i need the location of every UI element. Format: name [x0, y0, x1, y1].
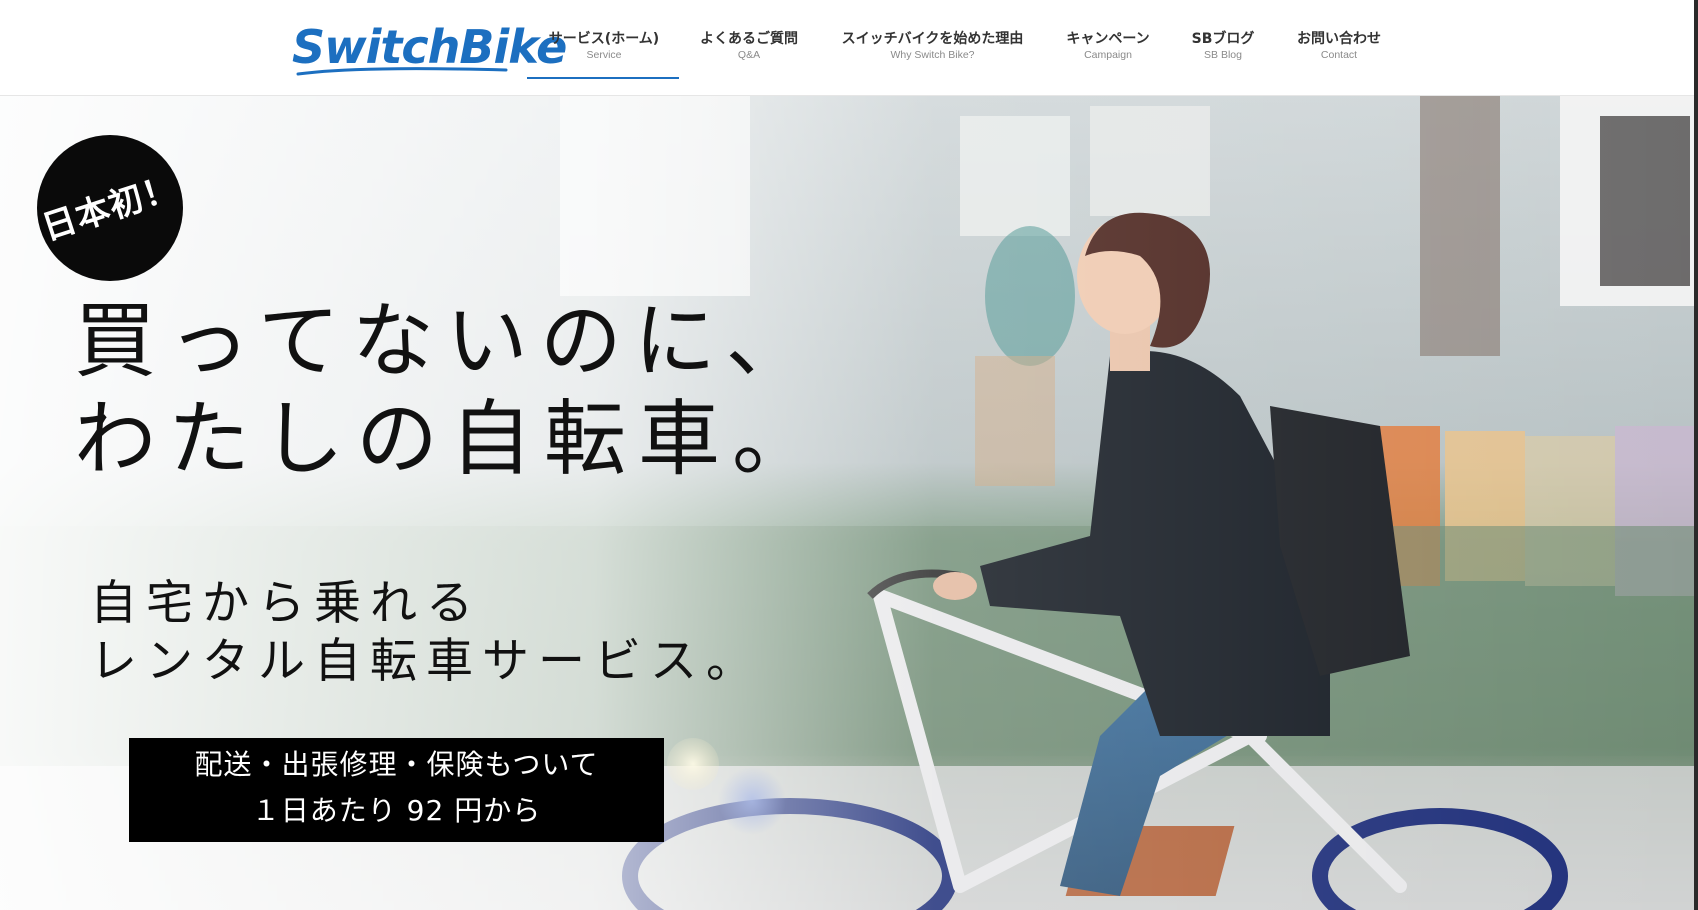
headline-line-2: わたしの自転車。 — [74, 392, 827, 487]
nav-item-campaign[interactable]: キャンペーン Campaign — [1064, 30, 1152, 62]
japan-first-badge: 日本初！ — [37, 135, 183, 281]
subhead-line-1: 自宅から乗れる — [90, 576, 482, 631]
promo-line-2: １日あたり 92 円から — [251, 794, 542, 827]
nav-sublabel: Service — [586, 49, 622, 61]
nav-label: キャンペーン — [1066, 31, 1150, 47]
nav-label: SBブログ — [1191, 31, 1255, 47]
nav-sublabel: Campaign — [1084, 49, 1132, 61]
headline-line-1: 買ってないのに、 — [74, 294, 820, 389]
nav-sublabel: Q&A — [737, 49, 761, 61]
price-promo-box: 配送・出張修理・保険もついて １日あたり 92 円から — [129, 738, 664, 842]
page: SwitchBike サービス(ホーム) Service よくあるご質問 Q&A… — [0, 0, 1698, 910]
promo-line-1: 配送・出張修理・保険もついて — [194, 748, 599, 781]
nav-item-sb-blog[interactable]: SBブログ SB Blog — [1190, 30, 1256, 62]
hero-headline: 買ってないのに、 わたしの自転車。 — [74, 293, 834, 489]
nav-sublabel: Why Switch Bike? — [890, 49, 975, 61]
nav-item-contact[interactable]: お問い合わせ Contact — [1296, 30, 1382, 62]
nav-label: よくあるご質問 — [700, 31, 798, 47]
subhead-line-2: レンタル自転車サービス。 — [90, 634, 762, 689]
nav-label: サービス(ホーム) — [548, 31, 660, 47]
nav-item-why-switch-bike[interactable]: スイッチバイクを始めた理由 Why Switch Bike? — [840, 30, 1025, 62]
page-scrollbar[interactable] — [1694, 0, 1698, 910]
logo-swoosh-icon — [296, 67, 508, 76]
hero-section: 日本初！ 買ってないのに、 わたしの自転車。 自宅から乗れる レンタル自転車サー… — [0, 96, 1698, 910]
hero-subheadline: 自宅から乗れる レンタル自転車サービス。 — [90, 575, 850, 691]
site-header: SwitchBike サービス(ホーム) Service よくあるご質問 Q&A… — [0, 0, 1698, 96]
nav-item-service[interactable]: サービス(ホーム) Service — [548, 30, 660, 62]
nav-sublabel: SB Blog — [1204, 49, 1242, 61]
nav-label: スイッチバイクを始めた理由 — [841, 31, 1024, 47]
switchbike-logo[interactable]: SwitchBike — [292, 14, 567, 76]
nav-item-qa[interactable]: よくあるご質問 Q&A — [698, 30, 800, 62]
nav-active-indicator — [527, 77, 679, 79]
nav-sublabel: Contact — [1320, 49, 1358, 61]
nav-label: お問い合わせ — [1297, 31, 1381, 47]
